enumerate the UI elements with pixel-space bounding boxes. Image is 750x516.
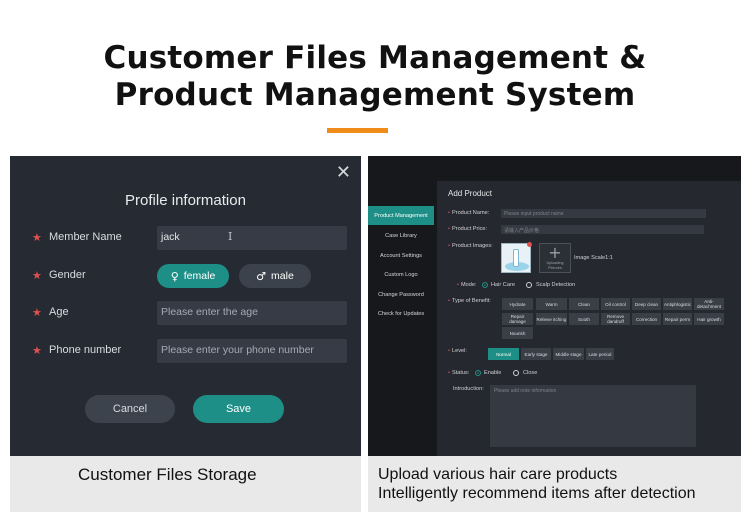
benefit-chip[interactable]: Hydrate	[502, 298, 533, 310]
gender-female-label: female	[183, 270, 216, 282]
benefit-chip[interactable]: Warm	[536, 298, 567, 310]
sidebar-item-check-updates[interactable]: Check for Updates	[368, 304, 434, 323]
sidebar-item-case-library[interactable]: Case Library	[368, 226, 434, 245]
headline-line-1: Customer Files Management &	[103, 40, 647, 76]
plus-icon: +	[548, 243, 562, 262]
dialog-title: Profile information	[125, 192, 246, 209]
phone-row: ★ Phone number Please enter your phone n…	[10, 339, 361, 363]
left-caption-text: Customer Files Storage	[78, 465, 257, 484]
benefit-chip[interactable]: Hair growth	[694, 313, 724, 325]
status-enable-label: Enable	[484, 370, 502, 376]
upload-picture-button[interactable]: + Uploading Pictures	[539, 243, 571, 273]
status-enable-radio[interactable]	[475, 370, 481, 376]
required-asterisk: ★	[32, 307, 42, 319]
image-scale-label: Image Scale1:1	[574, 255, 613, 261]
product-name-label: • Product Name:	[448, 210, 490, 216]
remove-image-icon[interactable]	[527, 242, 532, 247]
product-price-label: • Product Price:	[448, 226, 488, 232]
add-product-title: Add Product	[448, 189, 493, 198]
member-name-row: ★ Member Name jack I	[10, 226, 361, 250]
cancel-button[interactable]: Cancel	[85, 395, 175, 423]
level-label: • Level:	[448, 348, 467, 354]
benefit-chip[interactable]: Clean	[569, 298, 599, 310]
headline: Customer Files Management & Product Mana…	[0, 40, 750, 114]
sidebar-item-change-password[interactable]: Change Password	[368, 285, 434, 304]
benefit-chip[interactable]: Repair damage	[502, 313, 533, 325]
benefit-chip[interactable]: Nourish	[502, 327, 533, 339]
level-chip[interactable]: Normal	[488, 348, 519, 360]
status-close-label: Close	[523, 370, 538, 376]
benefit-chip[interactable]: Antiphlogistic	[663, 298, 692, 310]
product-name-input[interactable]: Please input product name	[501, 209, 706, 218]
level-chip[interactable]: Middle stage	[553, 348, 584, 360]
gender-female-option[interactable]: ♀ female	[157, 264, 229, 288]
level-chip[interactable]: Early stage	[521, 348, 551, 360]
status-close-radio[interactable]	[513, 370, 519, 376]
gender-row: ★ Gender ♀ female ♂ male	[10, 264, 361, 288]
benefit-chip[interactable]: Correction	[632, 313, 661, 325]
age-row: ★ Age Please enter the age	[10, 301, 361, 325]
benefit-chip[interactable]: Relieve itching	[536, 313, 567, 325]
profile-dialog: ✕ Profile information ★ Member Name jack…	[10, 156, 361, 456]
benefit-chip[interactable]: Sooth	[569, 313, 599, 325]
status-label: • Status:	[448, 370, 470, 376]
phone-label: Phone number	[49, 344, 122, 356]
headline-line-2: Product Management System	[114, 77, 636, 113]
introduction-label: Introduction:	[453, 386, 484, 392]
gender-male-label: male	[271, 270, 294, 282]
text-cursor-icon: I	[228, 230, 233, 243]
level-chip[interactable]: Late period	[586, 348, 614, 360]
product-images-label: • Product Images:	[448, 243, 493, 249]
thumbnail-bottle	[513, 249, 519, 267]
product-price-input[interactable]: 请输入产品价格	[501, 225, 704, 234]
right-caption-line-1: Upload various hair care products	[378, 466, 618, 483]
right-caption: Upload various hair care products Intell…	[368, 456, 741, 512]
mode-label: • Mode:	[457, 282, 477, 288]
sidebar-item-account-settings[interactable]: Account Settings	[368, 246, 434, 265]
headline-underline	[327, 128, 388, 133]
left-caption: Customer Files Storage	[10, 456, 361, 512]
mode-scalp-detection-radio[interactable]	[526, 282, 532, 288]
close-icon[interactable]: ✕	[336, 162, 351, 183]
member-name-input[interactable]: jack	[157, 226, 347, 250]
required-asterisk: ★	[32, 270, 42, 282]
mode-scalp-detection-label: Scalp Detection	[536, 282, 576, 288]
male-icon: ♂	[256, 269, 267, 283]
gender-male-option[interactable]: ♂ male	[239, 264, 311, 288]
product-image-thumbnail[interactable]	[501, 243, 531, 273]
right-caption-line-2: Intelligently recommend items after dete…	[378, 485, 696, 502]
mode-hair-care-label: Hair Care	[491, 282, 515, 288]
benefit-chip[interactable]: Deep clean	[632, 298, 661, 310]
required-asterisk: ★	[32, 232, 42, 244]
benefit-chip[interactable]: Repair perm	[663, 313, 692, 325]
benefit-chip[interactable]: Remove dandruff	[601, 313, 630, 325]
phone-input[interactable]: Please enter your phone number	[157, 339, 347, 363]
sidebar-item-product-management[interactable]: Product Management	[368, 206, 434, 225]
required-asterisk: ★	[32, 345, 42, 357]
benefit-chip[interactable]: Anti-detachment	[694, 298, 724, 310]
age-input[interactable]: Please enter the age	[157, 301, 347, 325]
sidebar-item-custom-logo[interactable]: Custom Logo	[368, 265, 434, 284]
female-icon: ♀	[170, 269, 179, 283]
member-name-label: Member Name	[49, 231, 122, 243]
upload-label: Uploading Pictures	[546, 261, 564, 270]
benefit-chip[interactable]: Oil control	[601, 298, 630, 310]
save-button[interactable]: Save	[193, 395, 284, 423]
benefit-type-label: • Type of Benefit:	[448, 298, 491, 304]
introduction-textarea[interactable]: Please add note information	[490, 385, 696, 447]
gender-label: Gender	[49, 269, 86, 281]
mode-hair-care-radio[interactable]	[482, 282, 488, 288]
age-label: Age	[49, 306, 69, 318]
